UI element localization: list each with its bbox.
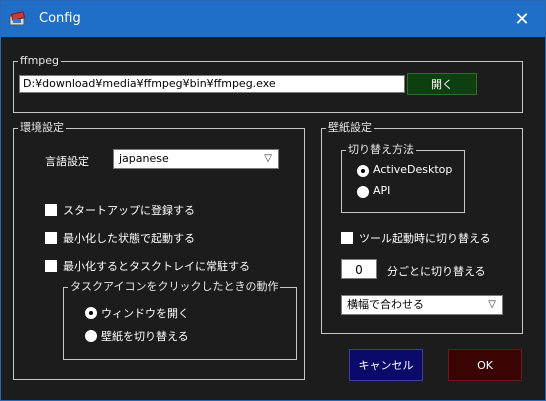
switch-method-group: 切り替え方法 [341, 144, 465, 213]
startup-checkbox-label: スタートアップに登録する [63, 204, 195, 217]
ffmpeg-path-input[interactable]: D:¥download¥media¥ffmpeg¥bin¥ffmpeg.exe [19, 75, 405, 93]
language-select[interactable]: japanese ▽ [113, 149, 279, 169]
language-label: 言語設定 [45, 155, 89, 168]
tray-click-action-legend: タスクアイコンをクリックしたときの動作 [70, 280, 279, 293]
window-title: Config [39, 11, 81, 26]
chevron-down-icon: ▽ [264, 153, 272, 164]
config-app-icon [9, 11, 26, 26]
switch-wallpaper-radio-label: 壁紙を切り替える [101, 330, 189, 343]
ok-button[interactable]: OK [448, 349, 522, 381]
chevron-down-icon: ▽ [488, 299, 496, 310]
tray-resident-checkbox-label: 最小化するとタスクトレイに常駐する [63, 260, 250, 273]
fit-mode-select-value: 横幅で合わせる [347, 298, 424, 311]
switch-wallpaper-radio[interactable] [85, 330, 97, 342]
title-bar[interactable]: Config ✕ [1, 1, 545, 37]
activedesktop-radio[interactable] [357, 165, 369, 177]
ffmpeg-legend: ffmpeg [20, 54, 60, 67]
open-window-radio[interactable] [85, 307, 97, 319]
startup-checkbox[interactable] [45, 204, 57, 216]
api-radio-label: API [373, 184, 391, 197]
open-window-radio-label: ウィンドウを開く [101, 307, 189, 320]
language-select-value: japanese [119, 152, 169, 165]
fit-mode-select[interactable]: 横幅で合わせる ▽ [341, 295, 503, 315]
interval-minutes-input[interactable]: 0 [341, 259, 377, 279]
switch-on-launch-checkbox[interactable] [341, 232, 353, 244]
client-area: ffmpeg D:¥download¥media¥ffmpeg¥bin¥ffmp… [1, 37, 545, 400]
open-button[interactable]: 開く [407, 73, 477, 95]
start-minimized-checkbox[interactable] [45, 232, 57, 244]
environment-settings-legend: 環境設定 [20, 121, 64, 134]
interval-minutes-label: 分ごとに切り替える [387, 265, 486, 278]
wallpaper-settings-legend: 壁紙設定 [328, 121, 372, 134]
tray-resident-checkbox[interactable] [45, 260, 57, 272]
switch-method-legend: 切り替え方法 [348, 143, 414, 156]
activedesktop-radio-label: ActiveDesktop [373, 163, 453, 176]
switch-on-launch-checkbox-label: ツール起動時に切り替える [359, 232, 491, 245]
cancel-button[interactable]: キャンセル [349, 349, 423, 381]
config-window: Config ✕ ffmpeg D:¥download¥media¥ffmpeg… [0, 0, 546, 401]
api-radio[interactable] [357, 186, 369, 198]
close-icon[interactable]: ✕ [499, 1, 545, 37]
start-minimized-checkbox-label: 最小化した状態で起動する [63, 232, 195, 245]
